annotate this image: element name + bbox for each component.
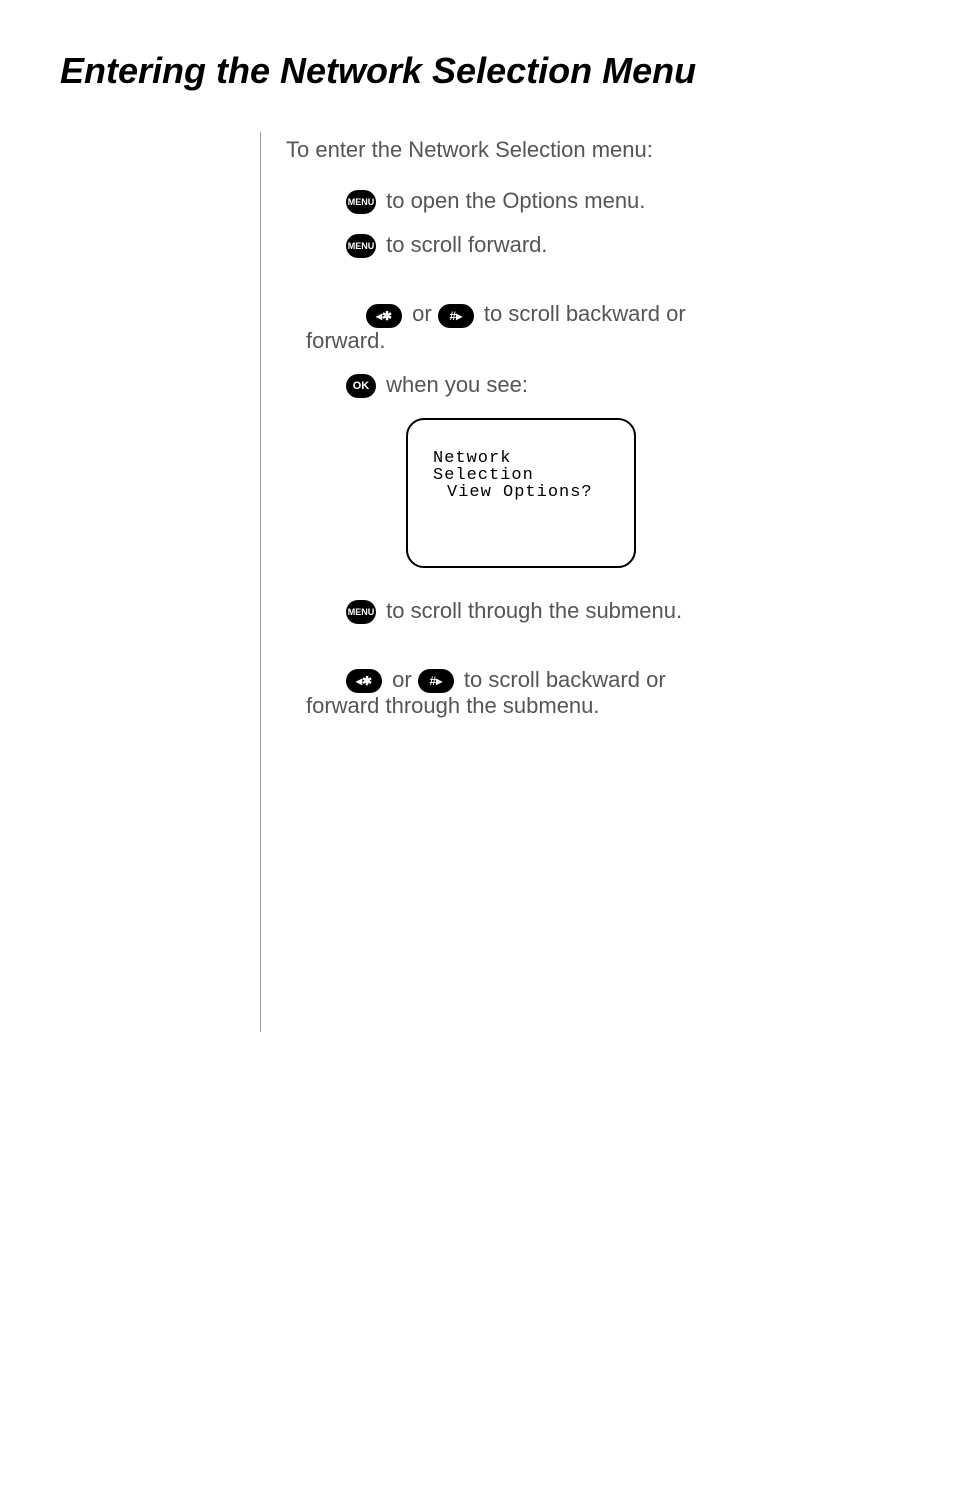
step-text: to scroll backward or — [478, 301, 686, 326]
right-arrow-icon: #▸ — [418, 669, 454, 693]
step-scroll-forward: MENU to scroll forward. — [346, 232, 894, 258]
left-arrow-icon: ◂✱ — [366, 304, 402, 328]
step-text-wrap: forward. — [306, 328, 894, 354]
intro-text: To enter the Network Selection menu: — [286, 137, 894, 163]
right-arrow-icon: #▸ — [438, 304, 474, 328]
vertical-divider — [260, 132, 261, 1032]
menu-icon: MENU — [346, 600, 376, 624]
menu-icon: MENU — [346, 234, 376, 258]
content-column: To enter the Network Selection menu: MEN… — [286, 132, 894, 1032]
step-scroll-submenu: MENU to scroll through the submenu. — [346, 598, 894, 624]
screen-line-3: View Options? — [433, 484, 614, 501]
step-scroll-submenu-both: ◂✱ or #▸ to scroll backward or forward t… — [306, 667, 894, 719]
separator-or: or — [406, 301, 438, 326]
step-text: to scroll through the submenu. — [380, 598, 682, 623]
content-wrapper: To enter the Network Selection menu: MEN… — [260, 132, 894, 1032]
step-open-options: MENU to open the Options menu. — [346, 188, 894, 214]
page-title: Entering the Network Selection Menu — [60, 50, 894, 92]
separator-or: or — [386, 667, 418, 692]
step-text: when you see: — [380, 372, 528, 397]
screen-line-2: Selection — [433, 467, 614, 484]
step-text: to scroll forward. — [380, 232, 548, 257]
menu-icon: MENU — [346, 190, 376, 214]
step-text: to open the Options menu. — [380, 188, 645, 213]
step-text: to scroll backward or — [458, 667, 666, 692]
step-text-wrap: forward through the submenu. — [306, 693, 894, 719]
ok-icon: OK — [346, 374, 376, 398]
left-arrow-icon: ◂✱ — [346, 669, 382, 693]
step-scroll-backward-forward: ◂✱ or #▸ to scroll backward or forward. — [306, 301, 894, 353]
screen-line-1: Network — [433, 450, 614, 467]
step-ok-when-see: OK when you see: — [346, 372, 894, 398]
phone-screen-display: Network Selection View Options? — [406, 418, 636, 568]
